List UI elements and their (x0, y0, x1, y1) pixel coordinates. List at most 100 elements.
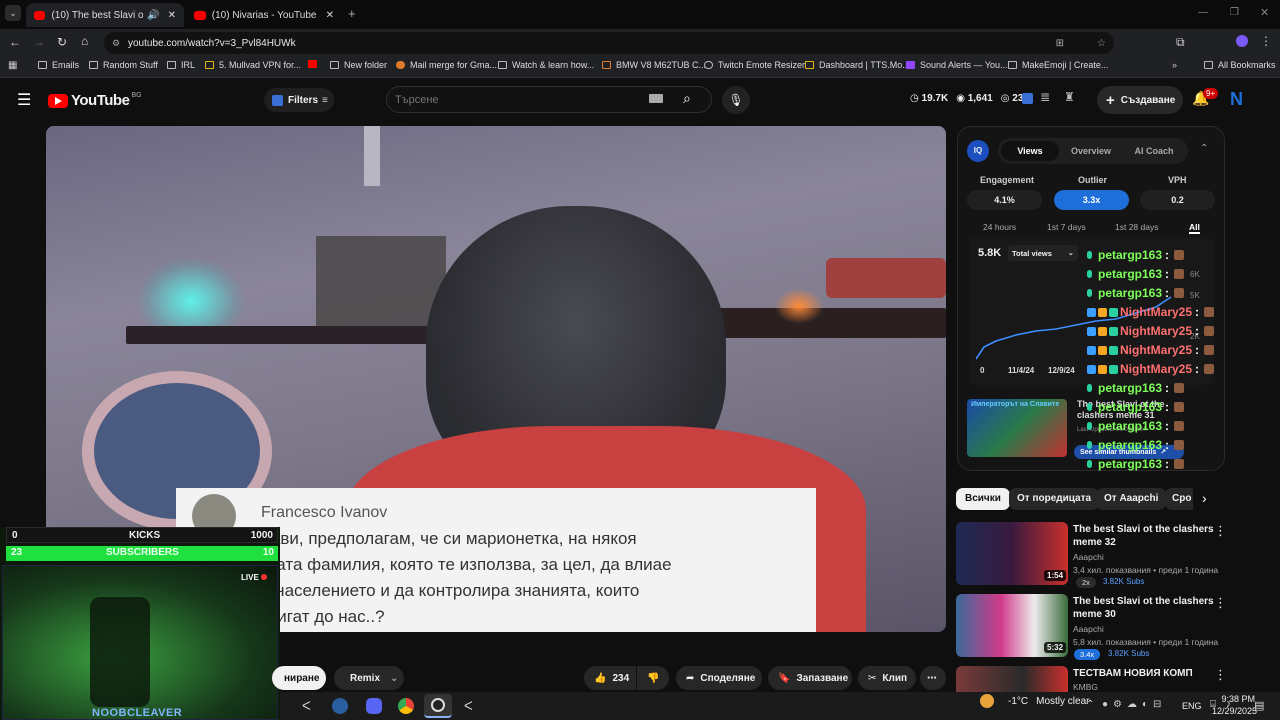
subscribe-button[interactable]: ниране (272, 666, 326, 690)
share-button[interactable]: ➦ Споделяне (676, 666, 762, 690)
create-button[interactable]: + Създаване (1097, 86, 1183, 114)
steam-icon[interactable] (332, 698, 348, 714)
site-info-icon[interactable]: ⚙ (112, 38, 120, 49)
chat-emote-icon (1204, 364, 1215, 374)
tab-views[interactable]: Views (1001, 141, 1059, 161)
obs-icon[interactable] (424, 694, 452, 718)
bookmark-item[interactable]: Twitch Emote Resizer (704, 60, 805, 70)
bookmark-item[interactable]: 5. Mullvad VPN for... (205, 60, 301, 70)
windows-taskbar: ᐸ ᐸ -1°C Mostly clear ⌃ ●⚙☁◐⊟ ENG ⌸ ♪ 9:3… (280, 692, 1280, 720)
list-icon[interactable]: ≣ (1040, 90, 1050, 104)
bookmark-item[interactable]: Sound Alerts — You... (906, 60, 1008, 70)
language-indicator[interactable]: ENG (1182, 701, 1202, 711)
save-button[interactable]: 🔖 Запазване (768, 666, 852, 690)
taskbar-app-icon[interactable]: ᐸ (302, 699, 311, 713)
forward-icon[interactable]: → (33, 35, 45, 49)
browser-tab[interactable]: (10) Nivarias - YouTube ✕ (186, 3, 342, 27)
chat-username: NightMary25 (1120, 343, 1193, 357)
hamburger-menu-icon[interactable]: ☰ (17, 90, 31, 110)
taskbar-app-icon[interactable]: ᐸ (464, 699, 473, 713)
url-input[interactable]: ⚙ youtube.com/watch?v=3_Pvl84HUWk ⊞ ☆ (104, 32, 1114, 54)
recommendation-item[interactable]: ТЕСТВАМ НОВИЯ КОМП KMBG ⋮ (956, 666, 1268, 692)
notification-center-icon[interactable]: ▤ (1254, 699, 1264, 712)
browser-tab-active[interactable]: (10) The best Slavi ot clashe 🔊 ✕ (26, 3, 184, 27)
bookmark-item[interactable]: MakeEmoji | Create... (1008, 60, 1108, 70)
bookmark-item[interactable]: Dashboard | TTS.Mo... (805, 60, 910, 70)
views-dropdown[interactable]: Total views ⌄ (1008, 245, 1078, 261)
chip-series[interactable]: От поредицата (1009, 488, 1100, 510)
like-button[interactable]: 👍 234 (584, 666, 636, 690)
comment-line: а населението и да контролира знанията, … (261, 581, 640, 600)
chat-username: petargp163 (1098, 267, 1163, 281)
dislike-button[interactable]: 👎 (637, 666, 669, 690)
discord-icon[interactable] (366, 698, 382, 714)
range-7d[interactable]: 1st 7 days (1047, 222, 1086, 232)
chevron-right-icon[interactable]: › (1202, 490, 1207, 506)
bookmark-item[interactable]: Random Stuff (89, 60, 158, 70)
chrome-icon[interactable] (398, 698, 414, 714)
all-bookmarks[interactable]: All Bookmarks (1204, 60, 1276, 70)
bookmark-item[interactable]: New folder (330, 60, 387, 70)
search-input[interactable]: ⌕ (386, 86, 712, 113)
outlier-label: Outlier (1078, 175, 1108, 185)
reload-icon[interactable]: ↻ (57, 35, 67, 49)
range-24h[interactable]: 24 hours (983, 222, 1016, 232)
new-tab-icon[interactable]: + (348, 6, 356, 21)
trophy-icon[interactable]: ♜ (1064, 90, 1075, 104)
bookmark-item[interactable] (308, 60, 322, 68)
back-icon[interactable]: ← (9, 35, 21, 49)
more-options-icon[interactable]: ⋮ (1214, 523, 1227, 539)
clip-button[interactable]: ✂ Клип (858, 666, 916, 690)
notification-badge: 9+ (1203, 88, 1219, 99)
tab-overview[interactable]: Overview (1062, 141, 1120, 161)
remix-button[interactable]: Remix ⌄ (334, 666, 404, 690)
bookmark-item[interactable]: Emails (38, 60, 79, 70)
profile-icon[interactable] (1236, 35, 1248, 47)
chair-silhouette (90, 597, 150, 707)
close-tab-icon[interactable]: ✕ (168, 10, 176, 21)
menu-icon[interactable]: ⋮ (1260, 34, 1272, 48)
x-tick: 12/9/24 (1048, 366, 1075, 375)
bookmark-item[interactable]: BMW V8 M62TUB C... (602, 60, 706, 70)
bookmark-item[interactable]: Mail merge for Gma... (396, 60, 497, 70)
iq-stats-icon[interactable] (1022, 93, 1033, 104)
more-options-icon[interactable]: ⋮ (1214, 595, 1227, 611)
youtube-logo[interactable]: YouTube BG (48, 92, 142, 109)
avatar[interactable]: N (1230, 89, 1243, 110)
minimize-icon[interactable]: — (1198, 7, 1208, 18)
range-all[interactable]: All (1189, 222, 1200, 234)
more-options-icon[interactable]: ⋮ (1214, 667, 1227, 683)
close-window-icon[interactable]: ✕ (1260, 6, 1269, 19)
apps-icon[interactable]: ▦ (8, 60, 17, 71)
keyboard-icon[interactable] (649, 94, 663, 103)
similar-thumbnail[interactable]: Императорът на Славите (967, 399, 1067, 457)
tab-list-button[interactable]: ⌄ (5, 5, 21, 21)
browser-tab-bar: ⌄ (10) The best Slavi ot clashe 🔊 ✕ (10)… (0, 0, 1280, 29)
more-actions-button[interactable]: ⋯ (920, 666, 946, 690)
extensions-icon[interactable]: ⧉ (1176, 35, 1185, 50)
tray-chevron-icon[interactable]: ⌃ (1086, 699, 1094, 710)
restore-icon[interactable]: ❐ (1230, 7, 1239, 18)
close-tab-icon[interactable]: ✕ (326, 10, 334, 21)
chip-all[interactable]: Всички (956, 488, 1010, 510)
translate-icon[interactable]: ⊞ (1056, 38, 1064, 49)
chip-more[interactable]: Сро (1165, 488, 1193, 510)
rec-channel: Aaapchi (1073, 552, 1104, 562)
search-icon[interactable]: ⌕ (683, 90, 691, 107)
weather-widget[interactable]: -1°C Mostly clear (980, 694, 1089, 708)
subscribers-bar: 23 SUBSCRIBERS 10 (6, 546, 278, 561)
search-field[interactable] (395, 91, 635, 109)
tab-ai-coach[interactable]: AI Coach (1124, 141, 1184, 161)
filters-button[interactable]: Filters ≡ (264, 88, 334, 112)
range-28d[interactable]: 1st 28 days (1115, 222, 1158, 232)
chip-channel[interactable]: От Aaapchi (1096, 488, 1167, 510)
more-bookmarks-icon[interactable]: » (1172, 60, 1177, 70)
mic-icon[interactable]: 🎙 (722, 86, 750, 114)
collapse-icon[interactable]: ⌃ (1200, 143, 1208, 154)
bookmark-item[interactable]: IRL (167, 60, 195, 70)
bookmark-star-icon[interactable]: ☆ (1097, 38, 1106, 49)
bookmark-item[interactable]: Watch & learn how... (498, 60, 594, 70)
home-icon[interactable]: ⌂ (81, 34, 88, 48)
recommendation-item[interactable]: 1:54 The best Slavi ot the clashers meme… (956, 522, 1268, 588)
recommendation-item[interactable]: 5:32 The best Slavi ot the clashers meme… (956, 594, 1268, 660)
